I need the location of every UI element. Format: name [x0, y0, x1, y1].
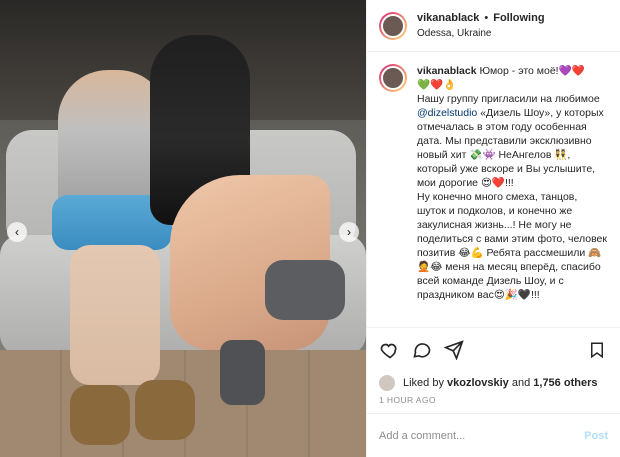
- share-button[interactable]: [443, 339, 465, 361]
- post-time[interactable]: 1 HOUR AGO: [367, 395, 620, 413]
- chevron-right-icon: ›: [347, 225, 351, 239]
- post-actions: [367, 327, 620, 371]
- caption-avatar[interactable]: [379, 64, 407, 92]
- comment-button[interactable]: [411, 339, 433, 361]
- post-comment-button[interactable]: Post: [584, 430, 608, 442]
- like-button[interactable]: [379, 339, 401, 361]
- liker-avatar[interactable]: [379, 375, 395, 391]
- bookmark-icon: [591, 342, 603, 358]
- post-photo[interactable]: ‹ ›: [0, 0, 366, 457]
- caption-line-3: Нашу группу пригласили на любимое: [417, 93, 600, 105]
- caption-line-4: «Дизель Шоу», у которых отмечалась в это…: [417, 107, 604, 189]
- caption-line-2: 💚❤️👌: [417, 79, 457, 91]
- likes-row: Liked by vkozlovskiy and 1,756 others: [367, 371, 620, 395]
- post-location[interactable]: Odessa, Ukraine: [417, 28, 545, 39]
- person-left-legs: [70, 245, 160, 385]
- profile-username[interactable]: vikanablack: [417, 12, 479, 24]
- heart-icon: [380, 343, 397, 358]
- likes-count[interactable]: 1,756 others: [533, 377, 597, 389]
- comment-icon: [413, 342, 431, 358]
- sandal-left: [70, 385, 130, 445]
- caption-text: vikanablack Юмор - это моё!💜❤️ 💚❤️👌 Нашу…: [417, 64, 608, 302]
- instagram-post: ‹ › vikanablack • Following Odessa, Ukra…: [0, 0, 620, 457]
- post-header: vikanablack • Following Odessa, Ukraine: [367, 0, 620, 52]
- likes-middle: and: [508, 377, 534, 389]
- avatar[interactable]: [379, 11, 407, 40]
- liker-username[interactable]: vkozlovskiy: [447, 377, 509, 389]
- save-button[interactable]: [586, 339, 608, 361]
- comment-input[interactable]: [379, 429, 585, 442]
- caption-section: vikanablack Юмор - это моё!💜❤️ 💚❤️👌 Нашу…: [367, 52, 620, 327]
- mention-link[interactable]: @dizelstudio: [417, 107, 477, 119]
- caption-username[interactable]: vikanablack: [417, 65, 477, 77]
- chevron-left-icon: ‹: [15, 225, 19, 239]
- caption-line-5: Ну конечно много смеха, танцов, шуток и …: [417, 191, 607, 301]
- caption-line-1: Юмор - это моё!💜❤️: [479, 65, 585, 77]
- following-button[interactable]: Following: [493, 12, 544, 24]
- send-icon: [444, 339, 464, 360]
- heels-left: [265, 260, 345, 320]
- heels-right: [220, 340, 265, 405]
- post-sidebar: vikanablack • Following Odessa, Ukraine …: [366, 0, 620, 457]
- separator-dot: •: [484, 12, 489, 24]
- sandal-right: [135, 380, 195, 440]
- carousel-next-button[interactable]: ›: [339, 222, 359, 242]
- add-comment-bar: Post: [367, 413, 620, 457]
- likes-prefix: Liked by: [403, 377, 448, 389]
- carousel-prev-button[interactable]: ‹: [7, 222, 27, 242]
